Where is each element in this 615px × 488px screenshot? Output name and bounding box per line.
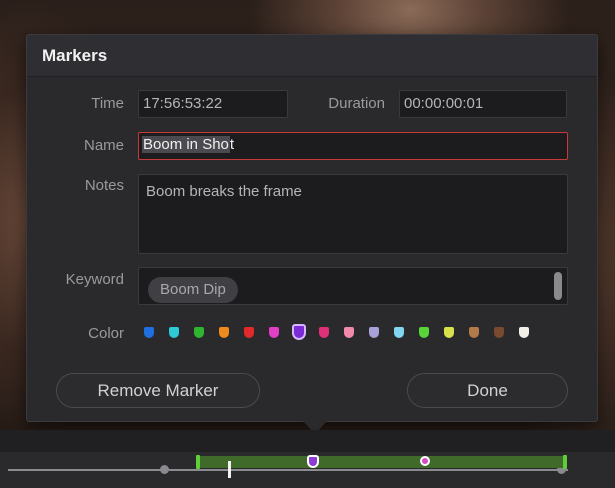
color-swatch[interactable] bbox=[244, 327, 254, 338]
color-swatch[interactable] bbox=[469, 327, 479, 338]
color-swatch[interactable] bbox=[219, 327, 229, 338]
time-label: Time bbox=[91, 95, 124, 112]
keyword-chip[interactable]: Boom Dip bbox=[148, 277, 238, 303]
duration-field[interactable]: 00:00:00:01 bbox=[399, 90, 567, 118]
color-swatch[interactable] bbox=[319, 327, 329, 338]
timeline-ruler-line bbox=[8, 469, 568, 471]
color-swatch-selected[interactable] bbox=[292, 324, 306, 340]
timeline-marker-purple[interactable] bbox=[307, 455, 319, 468]
name-field-rest: t bbox=[229, 136, 235, 153]
done-button[interactable]: Done bbox=[407, 373, 568, 408]
color-swatch[interactable] bbox=[444, 327, 454, 338]
timeline-clip[interactable] bbox=[197, 456, 567, 468]
clip-start-edge[interactable] bbox=[196, 455, 200, 469]
color-swatch[interactable] bbox=[494, 327, 504, 338]
color-swatch[interactable] bbox=[269, 327, 279, 338]
clip-end-edge[interactable] bbox=[563, 455, 567, 469]
color-label: Color bbox=[88, 325, 124, 342]
color-swatch[interactable] bbox=[394, 327, 404, 338]
name-label: Name bbox=[83, 137, 124, 154]
time-field[interactable]: 17:56:53:22 bbox=[138, 90, 288, 118]
duration-label: Duration bbox=[328, 95, 385, 112]
keyword-scrollbar[interactable] bbox=[554, 272, 562, 300]
keyword-label: Keyword bbox=[65, 271, 124, 288]
color-swatch[interactable] bbox=[519, 327, 529, 338]
name-field[interactable]: Boom in Shot bbox=[138, 132, 568, 160]
color-swatch[interactable] bbox=[344, 327, 354, 338]
color-swatch[interactable] bbox=[194, 327, 204, 338]
notes-label: Notes bbox=[84, 177, 124, 194]
color-swatch[interactable] bbox=[144, 327, 154, 338]
timeline-marker-pink[interactable] bbox=[420, 456, 430, 466]
remove-marker-button[interactable]: Remove Marker bbox=[56, 373, 260, 408]
timeline-track-top bbox=[0, 430, 615, 452]
notes-field[interactable]: Boom breaks the frame bbox=[138, 174, 568, 254]
color-swatch[interactable] bbox=[169, 327, 179, 338]
color-swatch[interactable] bbox=[419, 327, 429, 338]
color-swatch[interactable] bbox=[369, 327, 379, 338]
name-field-selection: Boom in Sho bbox=[142, 136, 230, 153]
playhead[interactable] bbox=[228, 461, 231, 478]
keyword-field[interactable]: Boom Dip bbox=[138, 267, 568, 305]
dialog-header: Markers bbox=[27, 35, 597, 77]
markers-dialog: Markers Time 17:56:53:22 Duration 00:00:… bbox=[26, 34, 598, 434]
dialog-title: Markers bbox=[42, 46, 108, 65]
timeline-in-handle[interactable] bbox=[160, 465, 169, 474]
